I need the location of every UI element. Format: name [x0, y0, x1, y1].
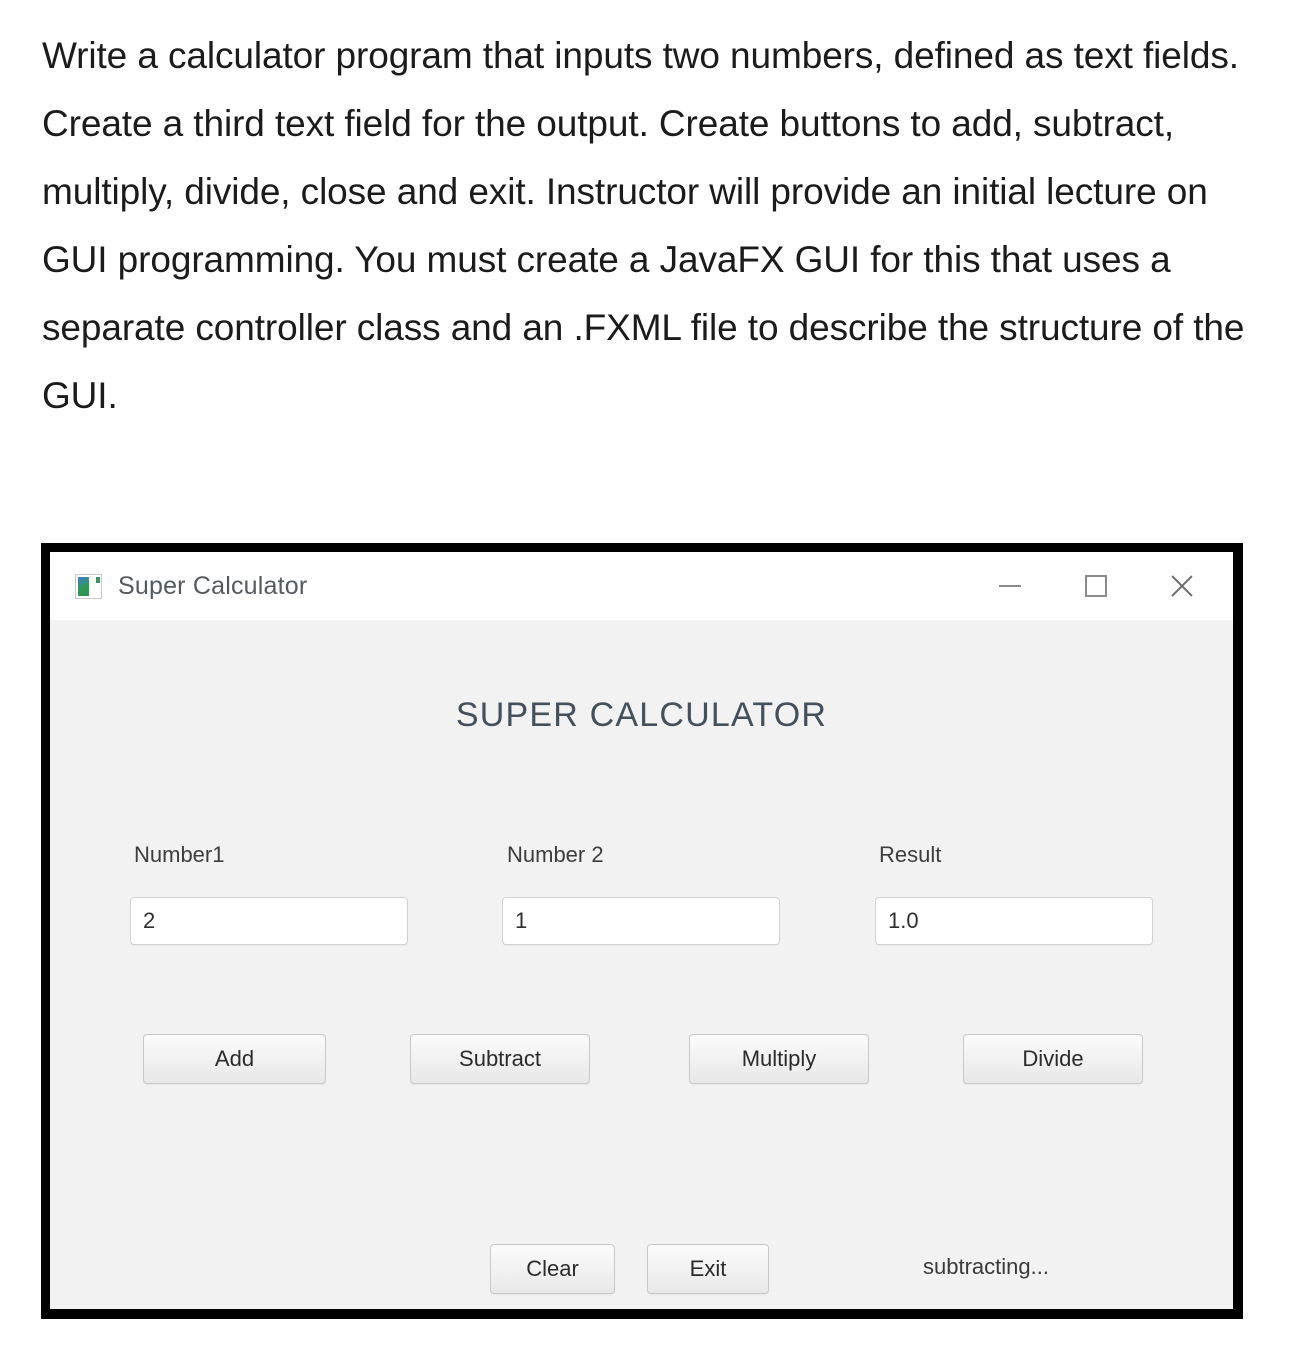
- multiply-button[interactable]: Multiply: [689, 1034, 869, 1084]
- number1-label: Number1: [134, 842, 225, 867]
- clear-button[interactable]: Clear: [490, 1244, 615, 1294]
- window-titlebar: Super Calculator: [50, 552, 1233, 620]
- maximize-icon: [1085, 575, 1107, 597]
- calculator-client-area: SUPER CALCULATOR Number1 Number 2 Result…: [50, 620, 1233, 1309]
- close-button[interactable]: [1139, 555, 1225, 617]
- close-icon: [1168, 572, 1196, 600]
- calculator-window-frame: Super Calculator SUPER CALCULATOR Number…: [41, 543, 1243, 1319]
- minimize-icon: [999, 585, 1021, 587]
- window-controls: [967, 552, 1225, 620]
- app-window-icon: [75, 573, 102, 599]
- calculator-window: Super Calculator SUPER CALCULATOR Number…: [50, 552, 1233, 1309]
- result-label: Result: [879, 842, 942, 867]
- number1-input[interactable]: [130, 897, 408, 945]
- result-input[interactable]: [875, 897, 1153, 945]
- subtract-button[interactable]: Subtract: [410, 1034, 590, 1084]
- add-button[interactable]: Add: [143, 1034, 326, 1084]
- maximize-button[interactable]: [1053, 555, 1139, 617]
- window-title: Super Calculator: [118, 571, 308, 600]
- minimize-button[interactable]: [967, 555, 1053, 617]
- exit-button[interactable]: Exit: [647, 1244, 769, 1294]
- number2-label: Number 2: [507, 842, 604, 867]
- status-message: subtracting...: [923, 1254, 1049, 1279]
- app-heading: SUPER CALCULATOR: [455, 696, 828, 734]
- number2-input[interactable]: [502, 897, 780, 945]
- divide-button[interactable]: Divide: [963, 1034, 1143, 1084]
- assignment-prompt: Write a calculator program that inputs t…: [42, 35, 1245, 417]
